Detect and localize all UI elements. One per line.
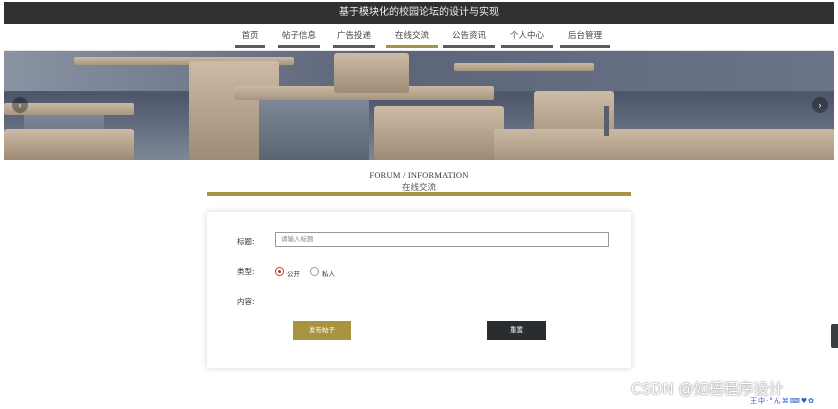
type-private-label: 私人 — [322, 270, 335, 278]
nav-item-label: 帖子信息 — [281, 31, 316, 41]
banner-next-button[interactable]: › — [812, 97, 828, 113]
nav-underline — [333, 45, 375, 48]
nav-item-label: 广告投递 — [336, 31, 371, 41]
nav-underline — [443, 45, 495, 48]
nav-underline — [560, 45, 610, 48]
main-nav: 首页 帖子信息 广告投递 在线交流 公告资讯 个人中心 后台管理 — [4, 24, 834, 51]
nav-underline — [278, 45, 320, 48]
title-label: 标题: — [237, 237, 255, 246]
section-divider — [207, 192, 631, 196]
nav-item-label: 在线交流 — [394, 31, 429, 41]
site-title: 基于模块化的校园论坛的设计与实现 — [339, 7, 499, 18]
publish-button[interactable]: 发布帖子 — [293, 321, 351, 340]
section-title-en: FORUM / INFORMATION — [369, 170, 469, 180]
type-private-radio[interactable] — [310, 267, 319, 276]
type-public-radio[interactable] — [275, 267, 284, 276]
nav-item-label: 后台管理 — [567, 31, 602, 41]
banner-desk — [494, 129, 834, 160]
nav-item-notices[interactable]: 公告资讯 — [443, 29, 495, 49]
banner-chair — [4, 129, 134, 160]
reset-button[interactable]: 重置 — [487, 321, 546, 340]
content-label: 内容: — [237, 297, 255, 306]
chevron-left-icon: ‹ — [18, 100, 22, 110]
nav-item-profile[interactable]: 个人中心 — [501, 29, 553, 49]
type-public-label: 公开 — [287, 270, 300, 278]
nav-item-home[interactable]: 首页 — [235, 29, 265, 49]
nav-underline — [501, 45, 553, 48]
side-float-tab[interactable] — [831, 324, 838, 348]
banner-desk-cabinet — [259, 100, 369, 160]
section-heading: FORUM / INFORMATION 在线交流 — [206, 170, 632, 193]
nav-item-label: 个人中心 — [509, 31, 544, 41]
nav-underline-active — [386, 45, 438, 48]
nav-item-posts[interactable]: 帖子信息 — [278, 29, 320, 49]
banner-carousel: ‹ › — [4, 51, 834, 160]
ime-toolbar[interactable]: 王中·°ん⌘⌨♥✿ — [750, 396, 815, 407]
nav-item-chat[interactable]: 在线交流 — [386, 29, 438, 49]
ime-toolbar-text: 王中·°ん⌘⌨♥✿ — [750, 397, 815, 405]
type-label: 类型: — [237, 267, 255, 276]
banner-chair — [374, 106, 504, 160]
banner-chair — [334, 53, 409, 93]
banner-desk — [454, 63, 594, 71]
nav-item-ads[interactable]: 广告投递 — [333, 29, 375, 49]
chevron-right-icon: › — [818, 100, 822, 110]
banner-prev-button[interactable]: ‹ — [12, 97, 28, 113]
nav-item-admin[interactable]: 后台管理 — [560, 29, 610, 49]
title-input[interactable]: 请输入标题 — [275, 232, 609, 247]
nav-item-label: 首页 — [241, 31, 259, 41]
post-form: 标题: 请输入标题 类型: 公开 私人 内容: 发布帖子 重置 — [207, 212, 631, 368]
site-header: 基于模块化的校园论坛的设计与实现 — [4, 2, 834, 24]
banner-chair-leg — [604, 106, 609, 136]
nav-item-label: 公告资讯 — [451, 31, 486, 41]
title-placeholder: 请输入标题 — [281, 235, 314, 243]
nav-underline — [235, 45, 265, 48]
